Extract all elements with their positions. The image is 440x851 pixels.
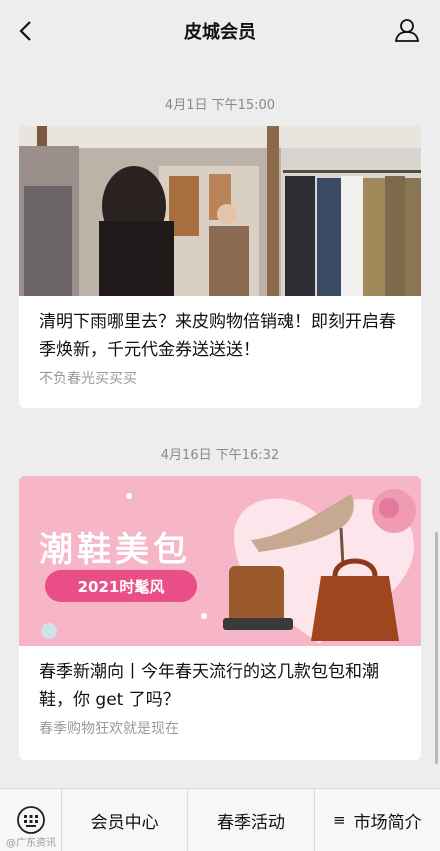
menu-item-member-center[interactable]: 会员中心 bbox=[62, 788, 189, 851]
menu-item-market-intro[interactable]: ≡ 市场简介 bbox=[315, 789, 440, 851]
article-card[interactable]: 清明下雨哪里去？来皮购物倍销魂！即刻开启春季焕新，千元代金券送送送！ 不负春光买… bbox=[19, 126, 421, 408]
bottom-menu: 会员中心 春季活动 ≡ 市场简介 bbox=[0, 788, 440, 851]
message-timestamp: 4月1日 下午15:00 bbox=[164, 98, 276, 113]
scrollbar[interactable] bbox=[435, 532, 438, 764]
article-summary: 不负春光买买买 bbox=[39, 371, 137, 387]
menu-item-label: 市场简介 bbox=[353, 812, 422, 833]
article-cover-image bbox=[19, 126, 421, 296]
page-title: 皮城会员 bbox=[184, 22, 256, 43]
article-cover-image: 潮鞋美包 2021时髦风 bbox=[19, 476, 421, 646]
top-bar: 皮城会员 bbox=[0, 0, 440, 62]
article-card[interactable]: 潮鞋美包 2021时髦风 春季新潮向丨今年春天流行的这几款包包和潮鞋，你 get… bbox=[19, 476, 421, 760]
submenu-lines-icon: ≡ bbox=[333, 811, 346, 829]
menu-item-label: 春季活动 bbox=[216, 812, 285, 833]
article-summary: 春季购物狂欢就是现在 bbox=[39, 721, 179, 737]
back-icon[interactable] bbox=[12, 17, 40, 45]
article-headline: 春季新潮向丨今年春天流行的这几款包包和潮鞋，你 get 了吗？ bbox=[39, 662, 379, 710]
message-timestamp: 4月16日 下午16:32 bbox=[160, 448, 280, 463]
banner-title: 潮鞋美包 bbox=[39, 530, 191, 570]
user-profile-icon[interactable] bbox=[392, 15, 422, 45]
article-headline: 清明下雨哪里去？来皮购物倍销魂！即刻开启春季焕新，千元代金券送送送！ bbox=[39, 312, 396, 360]
watermark: @广东资讯 bbox=[6, 838, 56, 849]
banner-tag: 2021时髦风 bbox=[45, 570, 197, 602]
menu-item-label: 会员中心 bbox=[90, 812, 159, 833]
menu-item-spring-events[interactable]: 春季活动 bbox=[188, 788, 315, 851]
